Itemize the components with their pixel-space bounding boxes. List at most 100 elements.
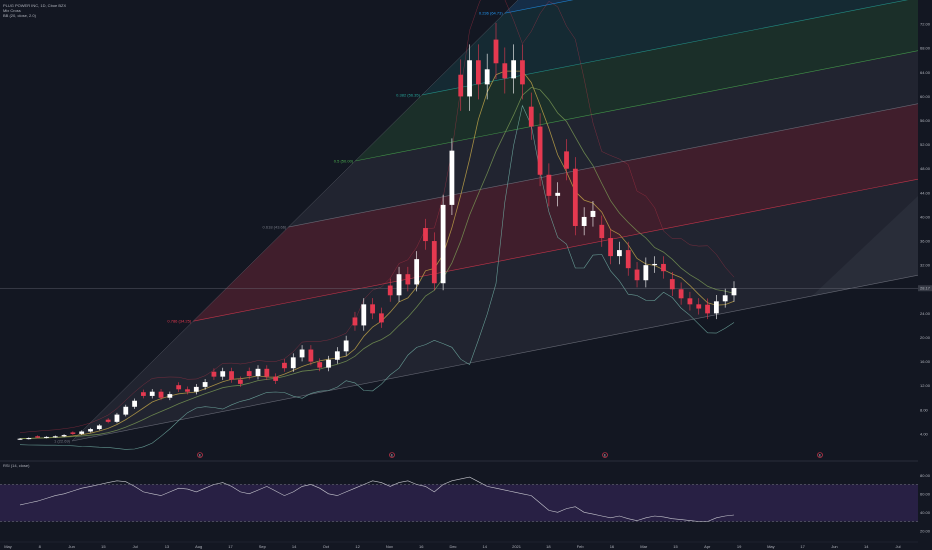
time-tick-label: 16 — [419, 544, 424, 549]
time-tick-label: 17 — [228, 544, 233, 549]
candle-body — [643, 265, 649, 281]
time-tick-label: Aug — [195, 544, 202, 549]
earnings-marker-label: E — [819, 452, 822, 457]
candle-body — [26, 438, 32, 440]
rsi-tick-label: 60.00 — [920, 491, 931, 496]
rsi-tick-label: 80.00 — [920, 473, 931, 478]
candle-body — [220, 371, 226, 377]
candle-body — [185, 389, 190, 392]
time-tick-label: Nov — [386, 544, 393, 549]
time-tick-label: 14 — [864, 544, 869, 549]
fib-level-label: 0.5 (50.00) — [334, 159, 354, 164]
candle-body — [520, 60, 525, 85]
candle-body — [564, 151, 569, 169]
candle-body — [678, 289, 684, 299]
time-tick-label: Jul — [895, 544, 900, 549]
rsi-band — [0, 484, 918, 522]
time-tick-label: 14 — [483, 544, 488, 549]
candle-body — [440, 204, 446, 284]
time-tick-label: 15 — [673, 544, 678, 549]
price-axis[interactable]: 72.00 68.00 64.00 60.00 56.00 52.00 48.00 44.00… — [918, 0, 932, 550]
candle-body — [572, 168, 578, 226]
time-tick-label: Jun — [831, 544, 837, 549]
time-tick-label: Apr — [704, 544, 711, 549]
time-tick-label: May — [767, 544, 775, 549]
candle-body — [334, 351, 340, 360]
candle-body — [405, 274, 411, 285]
candle-body — [264, 368, 270, 377]
time-tick-label: 16 — [610, 544, 615, 549]
indicator-label-bollinger[interactable]: BB (20, close, 2.0) — [3, 13, 36, 18]
candle-body — [105, 419, 111, 422]
candle-body — [52, 436, 58, 438]
candle-body — [423, 228, 428, 242]
price-tick-label: 40.00 — [920, 214, 931, 219]
candle-body — [202, 382, 208, 387]
candle-body — [123, 406, 129, 415]
candle-body — [546, 174, 552, 196]
time-tick-label: Jul — [133, 544, 138, 549]
candle-body — [731, 288, 737, 296]
candle-body — [696, 304, 702, 309]
time-tick-label: Sep — [259, 544, 267, 549]
candle-body — [431, 241, 437, 284]
earnings-marker-label: E — [199, 452, 202, 457]
candle-body — [211, 371, 217, 377]
candle-body — [555, 192, 561, 196]
time-tick-label: 2021 — [512, 544, 522, 549]
fib-level-label: 0.786 (34.25) — [167, 319, 191, 324]
candle-body — [387, 285, 393, 296]
candle-body — [282, 362, 287, 369]
price-tick-label: 56.00 — [920, 118, 931, 123]
candle-body — [705, 304, 710, 314]
candle-body — [308, 349, 314, 362]
time-tick-label: 13 — [165, 544, 170, 549]
candle-body — [370, 304, 375, 314]
price-tick-label: 4.00 — [920, 431, 929, 436]
price-tick-label: 20.00 — [920, 335, 931, 340]
candle-body — [528, 106, 534, 127]
candle-body — [352, 317, 358, 326]
candle-body — [458, 74, 464, 97]
candle-body — [132, 400, 137, 407]
candle-body — [625, 250, 631, 269]
candle-body — [484, 69, 490, 85]
price-tick-label: 36.00 — [920, 239, 931, 244]
time-tick-label: Dec — [449, 544, 456, 549]
candle-body — [414, 259, 420, 285]
candle-body — [475, 60, 481, 85]
candle-body — [537, 126, 543, 175]
candle-body — [326, 359, 331, 368]
price-tick-label: 32.00 — [920, 263, 931, 268]
candle-body — [617, 250, 622, 257]
time-tick-label: 19 — [737, 544, 742, 549]
candle-body — [246, 371, 252, 377]
candle-body — [661, 263, 666, 272]
candle-body — [255, 368, 261, 377]
rsi-label[interactable]: RSI (14, close) — [3, 463, 29, 468]
time-tick-label: Feb — [577, 544, 585, 549]
fib-level-label: 0.236 (64.73) — [479, 11, 503, 16]
candle-body — [273, 376, 279, 381]
candle-body — [299, 349, 305, 358]
candle-body — [176, 385, 182, 390]
earnings-marker-label: E — [391, 452, 394, 457]
time-tick-label: May — [4, 544, 12, 549]
rsi-tick-label: 40.00 — [920, 510, 931, 515]
candle-body — [88, 429, 93, 432]
price-tick-label: 48.00 — [920, 166, 931, 171]
candle-body — [343, 340, 349, 352]
fib-level-label: 1 (22.69) — [54, 439, 71, 444]
candle-body — [581, 216, 587, 226]
candle-body — [17, 438, 23, 440]
candle-body — [96, 425, 102, 430]
price-tick-label: 24.00 — [920, 311, 931, 316]
price-chart[interactable]: 1 (22.69) 0.786 (34.25) 0.618 (43.66) 0.5 (… — [0, 0, 932, 550]
candle-body — [290, 357, 296, 369]
fib-level-label: 0.382 (56.35) — [396, 92, 420, 97]
candle-body — [149, 391, 155, 396]
candle-body — [713, 301, 719, 314]
time-tick-label: 18 — [546, 544, 551, 549]
candle-body — [722, 295, 728, 302]
price-tick-label: 16.00 — [920, 359, 931, 364]
